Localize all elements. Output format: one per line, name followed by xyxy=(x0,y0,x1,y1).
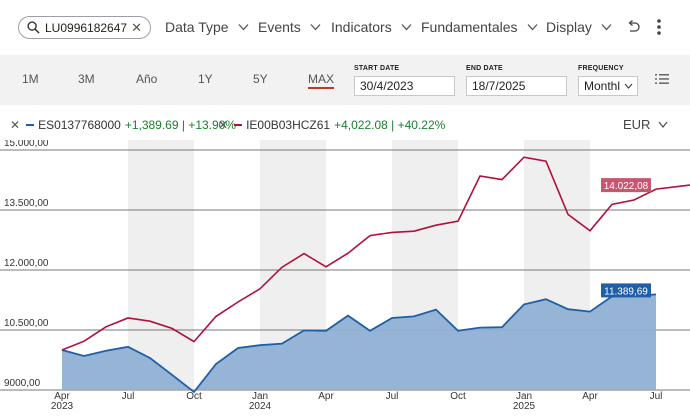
more-options-icon[interactable] xyxy=(650,17,668,37)
price-chart[interactable]: 9000,00 10.500,00 12.000,00 13.500,00 15.000… xyxy=(0,140,690,420)
legend-item-series1: ✕ ES0137768000 +1,389.69 | +13.90% xyxy=(10,118,236,132)
series1-end-label: 11.389,69 xyxy=(604,286,648,297)
start-date-label: START DATE xyxy=(354,65,400,72)
chevron-down-icon xyxy=(527,24,537,31)
chevron-down-icon xyxy=(624,83,633,89)
x-tick-year: 2025 xyxy=(513,401,536,412)
chevron-down-icon xyxy=(310,24,321,31)
y-tick-label: 13.500,00 xyxy=(4,198,49,209)
currency-value: EUR xyxy=(623,117,651,132)
legend-item-series2: ✕ IE00B03HCZ61 +4,022.08 | +40.22% xyxy=(218,118,445,132)
search-icon xyxy=(27,21,40,34)
x-tick-label: Apr xyxy=(318,391,334,402)
end-date-label: END DATE xyxy=(466,65,503,72)
chevron-down-icon xyxy=(658,121,668,128)
series-name: ES0137768000 xyxy=(38,118,121,132)
x-tick-label: Jul xyxy=(386,391,399,402)
series-name: IE00B03HCZ61 xyxy=(246,118,331,132)
x-tick-label: Jul xyxy=(650,391,663,402)
remove-series-icon[interactable]: ✕ xyxy=(218,118,228,132)
range-5y[interactable]: 5Y xyxy=(253,72,268,86)
series-swatch xyxy=(234,124,243,126)
undo-icon[interactable] xyxy=(624,17,642,37)
menu-data-type[interactable]: Data Type xyxy=(165,19,249,35)
chevron-down-icon xyxy=(401,24,412,31)
range-1y[interactable]: 1Y xyxy=(198,72,213,86)
range-controls: 1M 3M Año 1Y 5Y MAX START DATE 30/4/2023… xyxy=(0,55,690,105)
menu-fundamentales[interactable]: Fundamentales xyxy=(421,19,538,35)
x-tick-label: Jul xyxy=(122,391,135,402)
x-tick-label: Oct xyxy=(186,391,202,402)
y-tick-label: 12.000,00 xyxy=(4,258,49,269)
menu-label: Data Type xyxy=(165,19,229,35)
range-max[interactable]: MAX xyxy=(308,72,335,89)
y-tick-label: 9000,00 xyxy=(4,378,41,389)
x-tick-label: Oct xyxy=(450,391,466,402)
frequency-label: FREQUENCY xyxy=(578,65,624,72)
list-settings-icon[interactable] xyxy=(655,73,669,85)
chart-legend: ✕ ES0137768000 +1,389.69 | +13.90% ✕ IE0… xyxy=(0,115,690,135)
remove-series-icon[interactable]: ✕ xyxy=(10,118,20,132)
start-date-field[interactable]: 30/4/2023 xyxy=(354,76,455,96)
chevron-down-icon xyxy=(238,24,249,31)
search-value: LU0996182647 xyxy=(45,20,128,35)
end-date-field[interactable]: 18/7/2025 xyxy=(466,76,567,96)
menu-indicators[interactable]: Indicators xyxy=(331,19,412,35)
menu-label: Fundamentales xyxy=(421,19,518,35)
series2-end-label: 14.022,08 xyxy=(604,181,649,192)
range-1m[interactable]: 1M xyxy=(22,72,39,86)
y-tick-label: 15.000,00 xyxy=(4,140,49,149)
frequency-select[interactable]: Monthl xyxy=(578,76,638,96)
series-change: +4,022.08 | +40.22% xyxy=(334,118,446,132)
x-tick-year: 2024 xyxy=(249,401,272,412)
x-tick-year: 2023 xyxy=(51,401,74,412)
search-input[interactable]: LU0996182647 ✕ xyxy=(18,16,151,39)
range-ytd[interactable]: Año xyxy=(136,72,157,86)
menu-events[interactable]: Events xyxy=(258,19,321,35)
x-tick-label: Apr xyxy=(582,391,598,402)
menu-label: Display xyxy=(546,19,592,35)
range-3m[interactable]: 3M xyxy=(78,72,95,86)
frequency-value: Monthl xyxy=(584,79,621,93)
toolbar: LU0996182647 ✕ Data Type Events Indicato… xyxy=(0,0,690,55)
series-swatch xyxy=(26,124,35,126)
menu-display[interactable]: Display xyxy=(546,19,612,35)
menu-label: Indicators xyxy=(331,19,392,35)
clear-icon[interactable]: ✕ xyxy=(131,20,142,36)
chevron-down-icon xyxy=(601,24,612,31)
currency-select[interactable]: EUR xyxy=(623,117,668,132)
y-tick-label: 10.500,00 xyxy=(4,318,49,329)
menu-label: Events xyxy=(258,19,301,35)
